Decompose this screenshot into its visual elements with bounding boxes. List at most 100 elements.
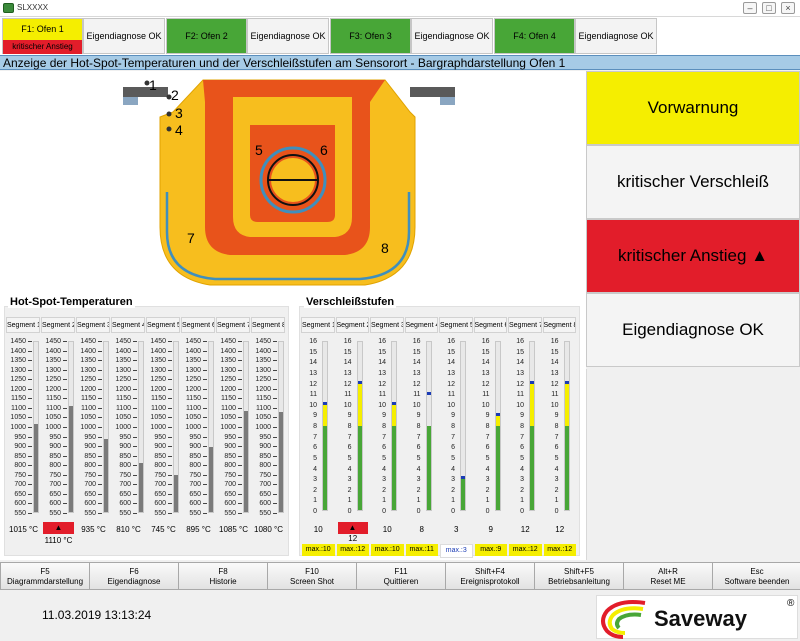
hotspot-segment-header: Segment 1 xyxy=(6,317,40,333)
hotspot-tick-mark xyxy=(273,417,277,419)
hotspot-tick-label: 1100 xyxy=(115,404,131,412)
fkey-button-alt-r[interactable]: Alt+R Reset ME xyxy=(623,562,713,590)
hotspot-tick-label: 800 xyxy=(49,462,61,470)
wear-tick-label: 7 xyxy=(485,433,490,441)
hotspot-tick-label: 1450 xyxy=(255,338,271,345)
wear-tick-label: 8 xyxy=(451,423,455,430)
left-lid-notch xyxy=(123,97,138,105)
hotspot-tick-label: 550 xyxy=(189,510,201,517)
wear-tick-label: 7 xyxy=(520,433,524,441)
hotspot-tick-mark xyxy=(238,513,242,514)
hotspot-tick-label: 750 xyxy=(224,471,236,479)
tab-ofen-2[interactable]: F2: Ofen 2 xyxy=(166,18,247,54)
hotspot-tick-label: 1300 xyxy=(10,366,26,374)
hotspot-tick-label: 1100 xyxy=(220,404,236,412)
fkey-button-f11[interactable]: F11 Quittieren xyxy=(356,562,446,590)
sensor-label-4: 4 xyxy=(175,122,183,138)
wear-bar-green xyxy=(461,478,465,510)
hotspot-tick-mark xyxy=(168,484,172,486)
wear-tick-label: 5 xyxy=(520,454,524,462)
hotspot-tick-label: 1050 xyxy=(185,414,201,422)
hotspot-tick-mark xyxy=(133,369,137,371)
tab-ofen-2-diagnosis[interactable]: Eigendiagnose OK xyxy=(247,18,329,54)
tab-ofen-3-diagnosis[interactable]: Eigendiagnose OK xyxy=(411,18,493,54)
tab-ofen-1-diagnosis[interactable]: Eigendiagnose OK xyxy=(83,18,165,54)
hotspot-tick-label: 900 xyxy=(14,443,26,451)
wear-tick-label: 6 xyxy=(347,444,352,452)
fkey-button-shift-f5[interactable]: Shift+F5 Betriebsanleitung xyxy=(534,562,624,590)
wear-tick-label: 12 xyxy=(343,380,352,388)
hotspot-tick-mark xyxy=(63,417,67,419)
hotspot-tick-mark xyxy=(203,398,207,400)
hotspot-tick-mark xyxy=(168,474,172,476)
fkey-button-f5[interactable]: F5 Diagrammdarstellung xyxy=(0,562,90,590)
hotspot-tick-mark xyxy=(238,474,242,476)
wear-tick-label: 7 xyxy=(313,433,317,441)
saveway-logo: Saveway ® xyxy=(596,595,798,639)
hotspot-tick-mark xyxy=(238,436,242,438)
fkey-button-f8[interactable]: F8 Historie xyxy=(178,562,268,590)
hotspot-tick-mark xyxy=(273,350,277,352)
wear-tick-label: 13 xyxy=(309,369,317,377)
fkey-button-f6[interactable]: F6 Eigendiagnose xyxy=(89,562,179,590)
wear-title: Verschleißstufen xyxy=(304,296,397,308)
hotspot-tick-mark xyxy=(203,455,207,457)
minimize-button[interactable]: – xyxy=(743,2,757,14)
wear-tick-label: 6 xyxy=(313,444,317,452)
hotspot-tick-label: 1100 xyxy=(255,404,271,412)
hotspot-tick-mark xyxy=(238,427,242,428)
tab-ofen-4[interactable]: F4: Ofen 4 xyxy=(494,18,575,54)
hotspot-tick-mark xyxy=(28,455,32,457)
hotspot-tick-mark xyxy=(28,360,32,362)
hotspot-tick-mark xyxy=(203,417,207,419)
hotspot-tick-mark xyxy=(273,513,277,514)
fkey-button-esc[interactable]: Esc Software beenden xyxy=(712,562,800,590)
hotspot-tick-mark xyxy=(98,465,102,467)
wear-max-label: max.:11 xyxy=(405,544,438,556)
wear-tick-label: 1 xyxy=(485,497,490,505)
hotspot-tick-mark xyxy=(28,474,32,476)
hotspot-tick-label: 1300 xyxy=(255,366,271,374)
wear-tick-label: 2 xyxy=(382,486,386,494)
wear-tick-label: 10 xyxy=(343,401,352,409)
hotspot-tick-label: 600 xyxy=(119,500,131,508)
hotspot-value: 1110 °C xyxy=(44,536,73,545)
fkey-label: Ereignisprotokoll xyxy=(460,577,520,586)
hotspot-tick-mark xyxy=(203,436,207,438)
hotspot-tick-mark xyxy=(63,369,67,371)
hotspot-tick-mark xyxy=(168,493,172,495)
hotspot-tick-mark xyxy=(273,388,277,390)
wear-tick-label: 11 xyxy=(413,391,421,399)
fkey-button-shift-f4[interactable]: Shift+F4 Ereignisprotokoll xyxy=(445,562,535,590)
fkey-shortcut: F6 xyxy=(129,567,139,576)
hotspot-tick-label: 800 xyxy=(189,462,201,470)
wear-bar-green xyxy=(564,426,569,510)
wear-tick-label: 13 xyxy=(481,369,490,377)
hotspot-tick-mark xyxy=(63,446,67,448)
hotspot-tick-label: 950 xyxy=(154,433,166,441)
tab-ofen-4-diagnosis[interactable]: Eigendiagnose OK xyxy=(575,18,657,54)
wear-tick-label: 4 xyxy=(347,465,352,473)
wear-tick-label: 15 xyxy=(309,348,317,356)
wear-value: 10 xyxy=(313,525,323,534)
tab-ofen-3[interactable]: F3: Ofen 3 xyxy=(330,18,411,54)
wear-tick-label: 7 xyxy=(554,433,559,441)
close-button[interactable]: × xyxy=(781,2,795,14)
hotspot-tick-mark xyxy=(273,369,277,371)
fkey-button-f10[interactable]: F10 Screen Shot xyxy=(267,562,357,590)
hotspot-tick-mark xyxy=(273,446,277,448)
hotspot-tick-label: 750 xyxy=(259,471,271,479)
wear-tick-label: 11 xyxy=(516,391,524,399)
furnace-diagram: 1 2 3 4 5 6 7 8 xyxy=(123,77,455,286)
hotspot-tick-label: 650 xyxy=(119,490,131,498)
hotspot-tick-label: 1200 xyxy=(150,385,166,393)
hotspot-tick-mark xyxy=(203,503,207,505)
tab-ofen-1[interactable]: F1: Ofen 1 kritischer Anstieg xyxy=(2,18,83,54)
wear-tick-label: 13 xyxy=(343,369,352,377)
hotspot-tick-mark xyxy=(28,513,32,514)
hotspot-tick-mark xyxy=(133,436,137,438)
wear-max-marker xyxy=(495,412,500,416)
wear-tick-label: 2 xyxy=(451,486,455,494)
maximize-button[interactable]: □ xyxy=(762,2,776,14)
hotspot-tick-label: 1200 xyxy=(255,385,271,393)
